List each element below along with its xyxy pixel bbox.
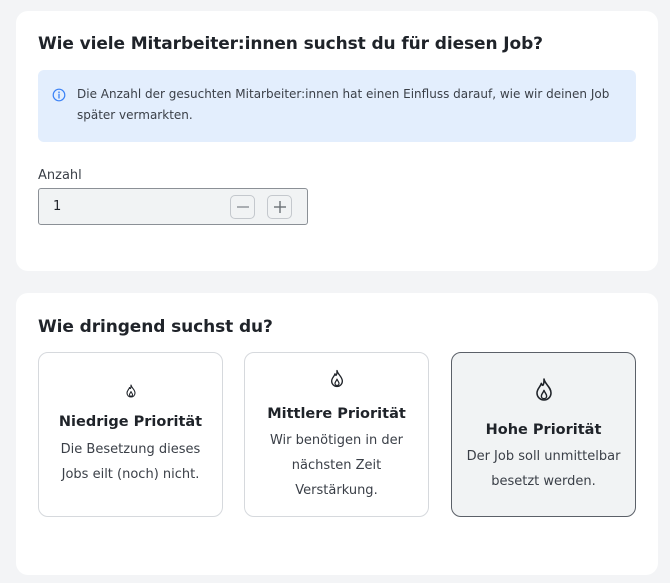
urgency-title: Wie dringend suchst du? — [38, 317, 273, 337]
priority-option-high[interactable]: Hohe Priorität Der Job soll unmittelbar … — [451, 352, 636, 517]
quantity-label: Anzahl — [38, 168, 82, 183]
priority-description: Die Besetzung dieses Jobs eilt (noch) ni… — [60, 442, 201, 482]
priority-description: Wir benötigen in der nächsten Zeit Verst… — [269, 433, 403, 498]
employees-title: Wie viele Mitarbeiter:innen suchst du fü… — [38, 34, 543, 54]
quantity-stepper[interactable]: 1 — [38, 188, 308, 225]
plus-icon — [274, 201, 286, 213]
info-circle-icon — [52, 87, 66, 102]
flame-icon — [533, 377, 554, 406]
employees-card: Wie viele Mitarbeiter:innen suchst du fü… — [16, 11, 658, 271]
priority-title: Hohe Priorität — [485, 422, 602, 438]
flame-icon — [125, 383, 137, 402]
urgency-card: Wie dringend suchst du? Niedrige Priorit… — [16, 293, 658, 575]
info-box: Die Anzahl der gesuchten Mitarbeiter:inn… — [38, 70, 636, 142]
flame-icon — [329, 369, 345, 392]
priority-option-low[interactable]: Niedrige Priorität Die Besetzung dieses … — [38, 352, 223, 517]
increment-button[interactable] — [267, 195, 292, 219]
quantity-value[interactable]: 1 — [53, 199, 61, 214]
priority-title: Mittlere Priorität — [267, 406, 406, 422]
priority-option-medium[interactable]: Mittlere Priorität Wir benötigen in der … — [244, 352, 429, 517]
priority-title: Niedrige Priorität — [58, 414, 203, 430]
decrement-button[interactable] — [230, 195, 255, 219]
info-text: Die Anzahl der gesuchten Mitarbeiter:inn… — [77, 87, 610, 122]
minus-icon — [237, 206, 249, 208]
priority-description: Der Job soll unmittelbar besetzt werden. — [466, 449, 621, 489]
